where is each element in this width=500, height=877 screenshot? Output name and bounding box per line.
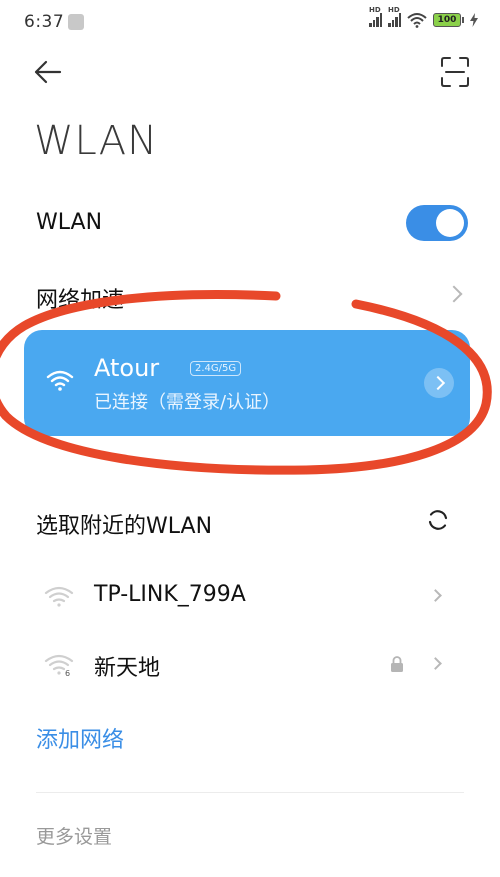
switch-knob xyxy=(436,209,464,237)
status-time: 6:37 xyxy=(24,12,65,32)
nearby-networks-header: 选取附近的WLAN xyxy=(0,496,500,546)
refresh-icon[interactable] xyxy=(426,508,450,532)
chevron-right-icon xyxy=(429,657,442,670)
battery-level: 100 xyxy=(433,13,461,27)
wifi-6-badge: 6 xyxy=(65,669,70,676)
hd-badge-2: HD xyxy=(388,6,400,14)
more-settings-link[interactable]: 更多设置 xyxy=(36,822,112,849)
network-ssid: TP-LINK_799A xyxy=(94,582,246,607)
nearby-heading: 选取附近的WLAN xyxy=(36,514,213,539)
network-acceleration-row[interactable]: 网络加速 xyxy=(0,266,500,322)
cell-signal-icon-2: HD xyxy=(388,6,401,27)
network-item[interactable]: 6 新天地 xyxy=(0,634,500,694)
hd-badge: HD xyxy=(369,6,381,14)
network-acceleration-label: 网络加速 xyxy=(36,288,125,313)
top-bar xyxy=(0,52,500,92)
add-network-link[interactable]: 添加网络 xyxy=(36,722,124,754)
wrench-icon xyxy=(68,14,84,30)
wifi-signal-icon xyxy=(44,586,74,607)
scan-qr-icon[interactable] xyxy=(440,56,470,88)
battery-icon: 100 xyxy=(433,13,464,27)
wlan-switch[interactable] xyxy=(406,205,468,241)
network-ssid: 新天地 xyxy=(94,656,161,681)
wifi-signal-icon xyxy=(46,370,74,391)
chevron-right-icon xyxy=(429,589,442,602)
status-icons: HD HD 100 xyxy=(369,6,478,28)
connected-ssid: Atour xyxy=(94,354,160,382)
lock-icon xyxy=(391,656,403,672)
page-title: WLAN xyxy=(34,118,159,164)
status-bar: 6:37 HD HD 100 xyxy=(0,0,500,44)
divider xyxy=(36,792,464,793)
wifi-signal-icon: 6 xyxy=(44,654,74,676)
wifi-status-icon xyxy=(407,13,427,28)
connected-network-card[interactable]: Atour 2.4G/5G 已连接（需登录/认证） xyxy=(24,330,470,436)
chevron-right-icon xyxy=(445,285,463,303)
charging-icon xyxy=(470,13,478,27)
network-item[interactable]: TP-LINK_799A xyxy=(0,566,500,626)
back-arrow-icon[interactable] xyxy=(30,56,66,88)
cell-signal-icon: HD xyxy=(369,6,382,27)
wlan-toggle-label: WLAN xyxy=(36,210,103,235)
band-badge: 2.4G/5G xyxy=(190,361,242,376)
connection-status: 已连接（需登录/认证） xyxy=(94,392,281,413)
details-arrow-icon[interactable] xyxy=(424,368,454,398)
